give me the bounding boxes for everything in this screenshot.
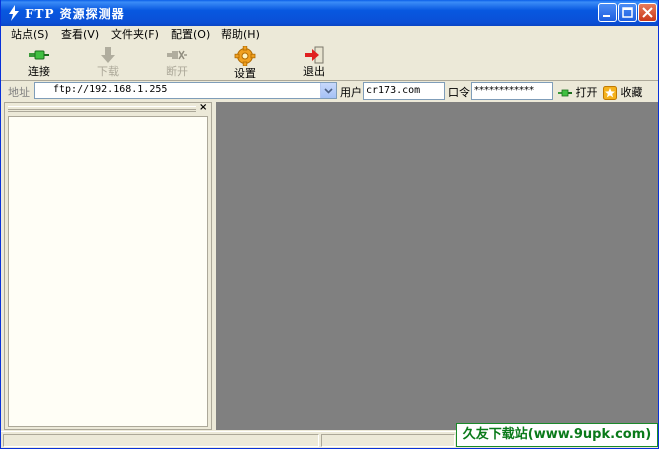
menu-view[interactable]: 查看(V) xyxy=(57,27,103,42)
address-combo[interactable]: ftp://192.168.1.255 xyxy=(34,82,337,99)
favorite-button[interactable]: 收藏 xyxy=(603,84,643,100)
file-list-pane[interactable] xyxy=(216,102,658,430)
close-button[interactable] xyxy=(638,3,657,22)
status-segment-secondary xyxy=(321,434,455,447)
close-icon xyxy=(642,7,653,18)
favorite-label: 收藏 xyxy=(620,86,643,99)
menu-help[interactable]: 帮助(H) xyxy=(217,27,264,42)
app-bolt-icon xyxy=(7,5,21,21)
disconnect-button[interactable]: 断开 xyxy=(153,45,201,79)
password-label: 口令 xyxy=(448,86,470,99)
menu-config[interactable]: 配置(O) xyxy=(167,27,214,42)
user-input[interactable]: cr173.com xyxy=(363,82,445,100)
disconnect-plug-icon xyxy=(167,50,187,60)
connect-label: 连接 xyxy=(28,65,50,78)
watermark-badge: 久友下载站(www.9upk.com) xyxy=(456,423,658,447)
open-label: 打开 xyxy=(575,86,598,99)
download-button[interactable]: 下载 xyxy=(84,45,132,79)
maximize-icon xyxy=(622,7,633,18)
pane-close-icon[interactable]: × xyxy=(199,103,207,113)
menu-site[interactable]: 站点(S) xyxy=(7,27,53,42)
minimize-button[interactable] xyxy=(598,3,617,22)
disconnect-label: 断开 xyxy=(166,65,188,78)
download-arrow-icon xyxy=(101,47,115,63)
gear-icon xyxy=(234,46,256,66)
download-label: 下载 xyxy=(97,65,119,78)
status-segment-main xyxy=(3,434,319,447)
pane-grip-line xyxy=(8,109,196,110)
connect-plug-icon xyxy=(29,50,49,60)
toolbar: 连接 下载 断开 设置 退出 xyxy=(1,44,658,80)
address-dropdown-button[interactable] xyxy=(320,83,336,98)
star-icon xyxy=(603,86,617,100)
address-value[interactable]: ftp://192.168.1.255 xyxy=(53,84,167,95)
menu-bar: 站点(S) 查看(V) 文件夹(F) 配置(O) 帮助(H) xyxy=(1,26,658,44)
window-title: FTP 资源探测器 xyxy=(25,7,125,21)
title-bar[interactable]: FTP 资源探测器 xyxy=(1,0,658,26)
password-input[interactable]: ************ xyxy=(471,82,553,100)
exit-button[interactable]: 退出 xyxy=(290,45,338,79)
minimize-icon xyxy=(603,15,610,17)
app-window: FTP 资源探测器 站点(S) 查看(V) 文件夹(F) 配置(O) 帮助(H)… xyxy=(0,0,659,449)
address-bar: 地址 ftp://192.168.1.255 用户 cr173.com 口令 *… xyxy=(1,81,658,102)
connect-plug-icon xyxy=(558,89,572,97)
settings-button[interactable]: 设置 xyxy=(221,45,269,80)
settings-label: 设置 xyxy=(234,67,256,80)
user-label: 用户 xyxy=(340,86,362,99)
chevron-down-icon xyxy=(324,88,333,94)
connect-button[interactable]: 连接 xyxy=(15,45,63,79)
exit-label: 退出 xyxy=(303,65,325,78)
maximize-button[interactable] xyxy=(618,3,637,22)
menu-folder[interactable]: 文件夹(F) xyxy=(107,27,163,42)
exit-arrow-icon xyxy=(305,46,324,64)
folder-pane: × xyxy=(4,102,212,430)
open-button[interactable]: 打开 xyxy=(558,84,598,99)
folder-tree[interactable] xyxy=(8,116,208,427)
address-label: 地址 xyxy=(8,86,30,99)
